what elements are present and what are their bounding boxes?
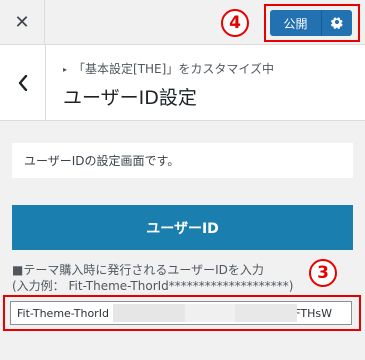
chevron-left-icon xyxy=(18,74,27,91)
user-id-input[interactable] xyxy=(10,301,352,325)
publish-button-group: 公開 xyxy=(270,10,352,36)
publish-settings-button[interactable] xyxy=(322,10,352,36)
description-box: ユーザーIDの設定画面です。 xyxy=(12,143,353,178)
top-bar: ✕ 4 公開 xyxy=(0,0,365,45)
publish-button[interactable]: 公開 xyxy=(270,10,322,36)
step-badge-3: 3 xyxy=(309,259,337,287)
close-button[interactable]: ✕ xyxy=(0,0,45,44)
input-label-line1: ■テーマ購入時に発行されるユーザーIDを入力 xyxy=(12,263,264,277)
page-title: ユーザーID設定 xyxy=(63,87,197,109)
step-badge-4: 4 xyxy=(221,9,249,37)
user-id-button[interactable]: ユーザーID xyxy=(12,205,353,250)
breadcrumb-arrow-icon: ▸ xyxy=(63,65,68,74)
breadcrumb-text: 「基本設定[THE]」をカスタマイズ中 xyxy=(73,62,274,76)
gear-icon xyxy=(330,16,343,29)
breadcrumb: ▸ 「基本設定[THE]」をカスタマイズ中 xyxy=(63,60,274,77)
input-label-line2: (入力例： Fit-Theme-ThorId******************… xyxy=(12,279,294,293)
input-label: ■テーマ購入時に発行されるユーザーIDを入力 (入力例： Fit-Theme-T… xyxy=(12,262,293,294)
back-button[interactable] xyxy=(0,45,46,120)
section-header: ▸ 「基本設定[THE]」をカスタマイズ中 ユーザーID設定 xyxy=(0,45,365,121)
close-icon: ✕ xyxy=(14,11,30,33)
